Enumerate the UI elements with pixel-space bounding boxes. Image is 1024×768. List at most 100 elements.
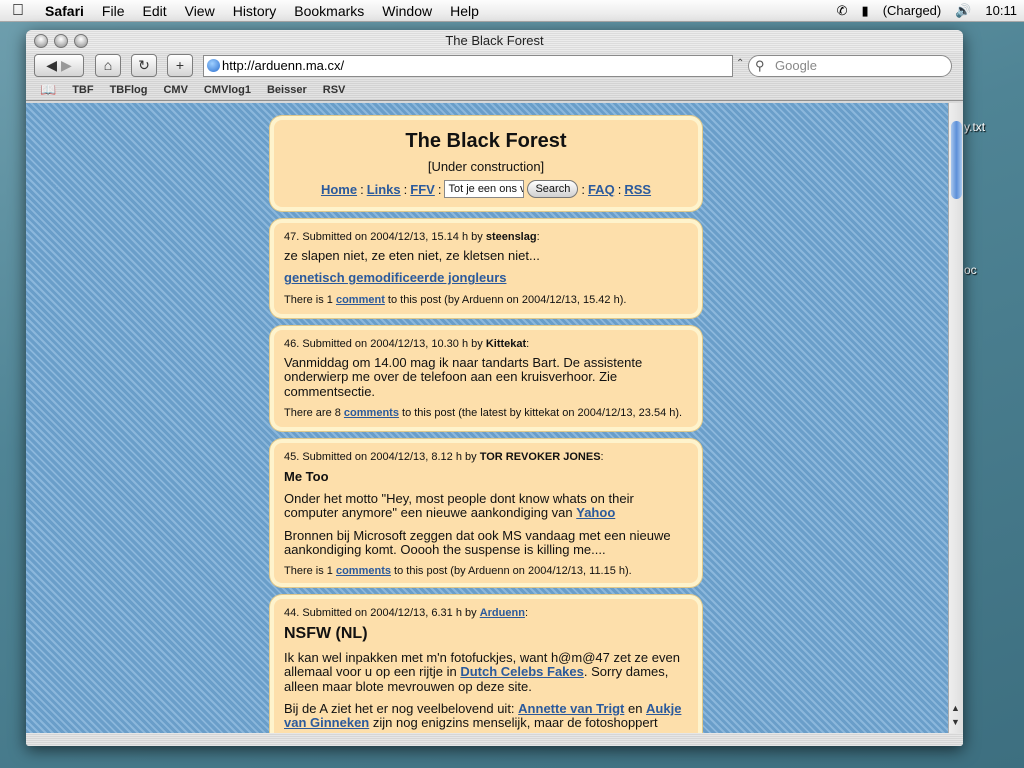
- post-text: Vanmiddag om 14.00 mag ik naar tandarts …: [284, 355, 643, 399]
- desktop-file-label[interactable]: y.txt: [964, 120, 985, 134]
- phone-icon[interactable]: ✆: [830, 3, 855, 19]
- post-text-part: zijn nog enigzins menselijk, maar de fot…: [369, 715, 658, 731]
- bookmark-cmv[interactable]: CMV: [155, 84, 195, 96]
- scroll-up-arrow-icon[interactable]: ▲: [951, 703, 960, 713]
- apple-menu-icon[interactable]: : [0, 2, 36, 20]
- site-header: The Black Forest [Under construction] Ho…: [270, 116, 702, 211]
- nav-separator: :: [617, 181, 622, 197]
- bookmark-cmvlog1[interactable]: CMVlog1: [196, 84, 259, 96]
- nav-home-link[interactable]: Home: [321, 182, 357, 197]
- post-meta: 47. Submitted on 2004/12/13, 15.14 h by …: [284, 231, 688, 243]
- post-footer: There is 1 comments to this post (by Ard…: [284, 565, 688, 577]
- zoom-button[interactable]: [74, 34, 88, 48]
- desktop-file-label[interactable]: oc: [964, 263, 977, 277]
- post-author-link[interactable]: Arduenn: [480, 607, 525, 619]
- search-icon[interactable]: ⚲: [755, 56, 765, 76]
- battery-status[interactable]: (Charged): [876, 3, 949, 18]
- post-text-part: Bij de A ziet het er nog veelbelovend ui…: [284, 700, 519, 716]
- post-footer: There are 8 comments to this post (the l…: [284, 407, 688, 419]
- bookmarks-book-icon[interactable]: 📖: [26, 82, 64, 98]
- annette-van-trigt-link[interactable]: Annette van Trigt: [518, 701, 624, 716]
- post-author: TOR REVOKER JONES: [479, 451, 601, 463]
- post-meta: 45. Submitted on 2004/12/13, 8.12 h by T…: [284, 451, 688, 463]
- site-subtitle: [Under construction]: [427, 159, 545, 174]
- google-search-field[interactable]: ⚲ Google: [748, 55, 952, 77]
- menu-file[interactable]: File: [93, 3, 134, 19]
- status-bar: [26, 733, 963, 746]
- vertical-scrollbar[interactable]: ▲ ▼: [948, 103, 963, 733]
- site-nav: Home : Links : FFV : Tot je een ons v Se…: [284, 180, 688, 198]
- nav-separator: :: [581, 181, 585, 197]
- menu-edit[interactable]: Edit: [133, 3, 175, 19]
- address-text[interactable]: http://arduenn.ma.cx/: [222, 58, 344, 73]
- comments-link[interactable]: comments: [344, 407, 399, 419]
- post-footer-text: to this post (by Arduenn on 2004/12/13, …: [384, 293, 627, 306]
- post-47: 47. Submitted on 2004/12/13, 15.14 h by …: [270, 219, 702, 318]
- post-meta-text: 47. Submitted on 2004/12/13, 15.14 h by: [284, 231, 486, 243]
- post-title: Me Too: [284, 469, 329, 484]
- post-text: Ik kan wel inpakken met m'n fotofuckjes,…: [284, 650, 688, 694]
- comments-link[interactable]: comment: [336, 294, 385, 306]
- scrollbar-thumb[interactable]: [951, 121, 962, 199]
- post-46: 46. Submitted on 2004/12/13, 10.30 h by …: [270, 326, 702, 431]
- post-text: ze slapen niet, ze eten niet, ze kletsen…: [284, 248, 540, 263]
- nav-separator: :: [437, 181, 442, 197]
- post-title: NSFW (NL): [284, 625, 368, 642]
- comments-link[interactable]: comments: [336, 565, 391, 577]
- menu-window[interactable]: Window: [373, 3, 441, 19]
- scroll-down-arrow-icon[interactable]: ▼: [951, 717, 960, 727]
- bookmark-rsv[interactable]: RSV: [315, 84, 354, 96]
- reload-button[interactable]: ↻: [131, 54, 157, 77]
- nav-separator: :: [403, 181, 408, 197]
- post-footer-text: There is 1: [284, 293, 336, 306]
- menu-bookmarks[interactable]: Bookmarks: [285, 3, 373, 19]
- reload-icon: ↻: [138, 57, 150, 73]
- minimize-button[interactable]: [54, 34, 68, 48]
- post-meta-suffix: :: [524, 607, 528, 619]
- menu-help[interactable]: Help: [441, 3, 488, 19]
- site-search-input[interactable]: Tot je een ons v: [444, 180, 525, 198]
- browser-window: The Black Forest ◀ ▶ ⌂ ↻ + http://arduen…: [26, 30, 963, 746]
- dutch-celebs-fakes-link[interactable]: Dutch Celebs Fakes: [460, 664, 584, 679]
- window-title: The Black Forest: [445, 33, 544, 48]
- menu-bar:  Safari File Edit View History Bookmark…: [0, 0, 1024, 22]
- post-footer-text: to this post (the latest by kittekat on …: [398, 406, 683, 419]
- bookmark-beisser[interactable]: Beisser: [259, 84, 315, 96]
- title-bar[interactable]: The Black Forest: [26, 30, 963, 52]
- battery-icon[interactable]: ▮: [855, 3, 876, 19]
- search-placeholder: Google: [775, 58, 817, 73]
- home-icon: ⌂: [103, 57, 113, 73]
- address-bar[interactable]: http://arduenn.ma.cx/: [203, 55, 733, 77]
- bookmarks-bar: 📖 TBF TBFlog CMV CMVlog1 Beisser RSV: [26, 80, 963, 101]
- add-bookmark-button[interactable]: +: [167, 54, 193, 77]
- post-text: Bij de A ziet het er nog veelbelovend ui…: [284, 700, 688, 731]
- close-button[interactable]: [34, 34, 48, 48]
- bookmark-tbf[interactable]: TBF: [64, 84, 101, 96]
- back-forward-button[interactable]: ◀ ▶: [34, 54, 84, 77]
- back-arrow-icon[interactable]: ◀: [46, 57, 57, 73]
- bookmark-tbflog[interactable]: TBFlog: [102, 84, 156, 96]
- menu-safari[interactable]: Safari: [36, 3, 93, 19]
- post-text-part: en: [624, 700, 647, 716]
- post-footer-text: to this post (by Arduenn on 2004/12/13, …: [391, 565, 632, 578]
- home-button[interactable]: ⌂: [95, 54, 121, 77]
- post-link[interactable]: genetisch gemodificeerde jongleurs: [284, 270, 507, 285]
- post-45: 45. Submitted on 2004/12/13, 8.12 h by T…: [270, 439, 702, 587]
- nav-faq-link[interactable]: FAQ: [588, 182, 615, 197]
- volume-icon[interactable]: 🔊: [948, 3, 978, 19]
- nav-links-link[interactable]: Links: [367, 182, 401, 197]
- site-title: The Black Forest: [405, 130, 567, 152]
- nav-rss-link[interactable]: RSS: [624, 182, 651, 197]
- post-meta-text: 46. Submitted on 2004/12/13, 10.30 h by: [284, 338, 486, 350]
- menu-clock[interactable]: 10:11: [978, 3, 1024, 18]
- post-author: Kittekat: [485, 338, 527, 350]
- menu-view[interactable]: View: [176, 3, 224, 19]
- toolbar: ◀ ▶ ⌂ ↻ + http://arduenn.ma.cx/ ⌃ ⚲ Goog…: [26, 52, 963, 80]
- site-search-button[interactable]: Search: [527, 180, 579, 198]
- yahoo-link[interactable]: Yahoo: [576, 505, 615, 520]
- forward-arrow-icon[interactable]: ▶: [61, 57, 72, 73]
- menu-history[interactable]: History: [224, 3, 286, 19]
- nav-ffv-link[interactable]: FFV: [410, 182, 435, 197]
- post-44: 44. Submitted on 2004/12/13, 6.31 h by A…: [270, 595, 702, 733]
- snapback-icon[interactable]: ⌃: [736, 58, 744, 69]
